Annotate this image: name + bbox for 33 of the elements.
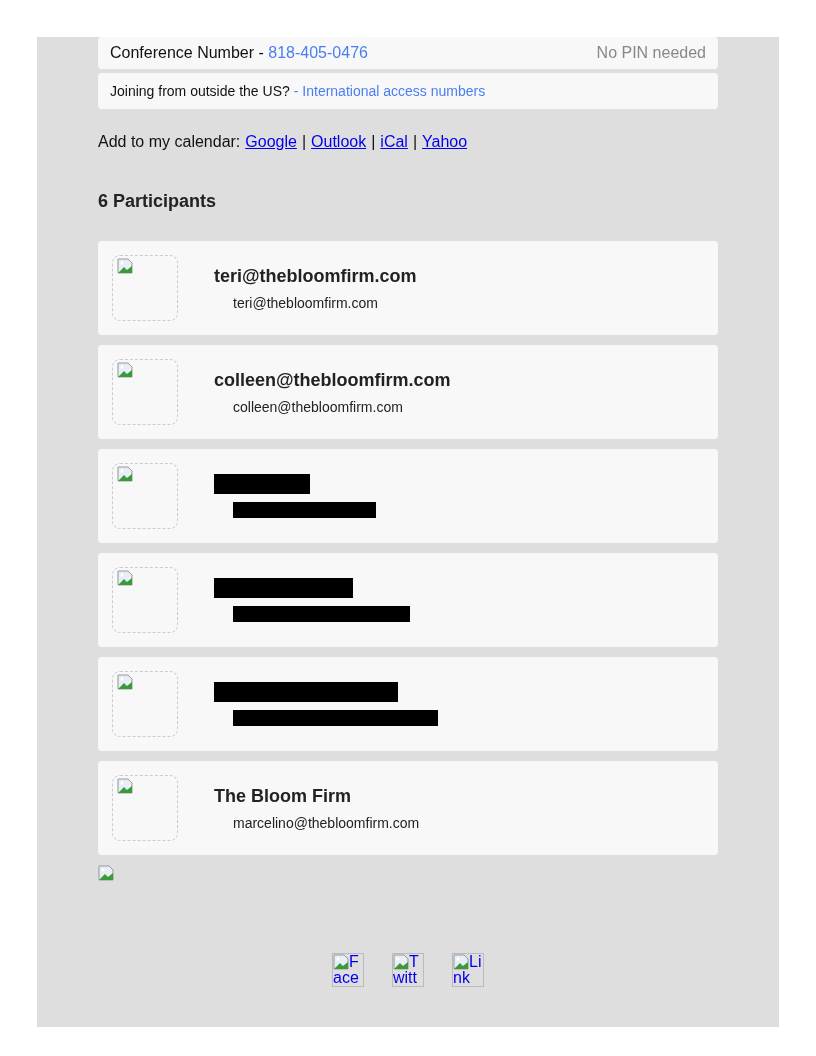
calendar-link[interactable]: iCal	[380, 133, 408, 151]
calendar-link[interactable]: Google	[245, 133, 297, 151]
social-link[interactable]: Twitt	[392, 953, 424, 987]
broken-image-icon	[333, 954, 349, 970]
pin-note: No PIN needed	[596, 44, 706, 62]
participant-name: colleen@thebloomfirm.com	[214, 369, 451, 391]
participant-email: teri@thebloomfirm.com	[233, 294, 379, 311]
broken-image-icon	[117, 778, 133, 794]
separator-text: |	[301, 133, 307, 151]
broken-image-icon	[117, 362, 133, 378]
broken-image-icon	[117, 570, 133, 586]
separator-text: |	[371, 133, 376, 151]
calendar-link[interactable]: Yahoo	[422, 133, 468, 151]
broken-image-icon	[393, 954, 409, 970]
social-link[interactable]: Face	[332, 953, 364, 987]
calendar-label: Add to my calendar:	[98, 133, 241, 151]
broken-image-icon	[117, 674, 133, 690]
broken-image-icon	[117, 258, 133, 274]
calendar-link[interactable]: Outlook	[311, 133, 367, 151]
participant-email: marcelino@thebloomfirm.com	[233, 814, 420, 831]
conference-number-link[interactable]: 818-405-0476	[268, 44, 368, 61]
separator-text: |	[412, 133, 418, 151]
broken-image-icon	[98, 865, 114, 881]
conference-label: Conference Number -	[110, 44, 265, 61]
participant-email: colleen@thebloomfirm.com	[233, 398, 404, 415]
broken-image-icon	[453, 954, 469, 970]
participant-name: teri@thebloomfirm.com	[214, 265, 417, 287]
international-numbers-link[interactable]: - International access numbers	[293, 83, 486, 99]
international-question: Joining from outside the US?	[110, 83, 290, 99]
participants-heading: 6 Participants	[98, 191, 218, 212]
participant-name: The Bloom Firm	[214, 785, 352, 807]
broken-image-icon	[117, 466, 133, 482]
social-link[interactable]: Link	[452, 953, 484, 987]
